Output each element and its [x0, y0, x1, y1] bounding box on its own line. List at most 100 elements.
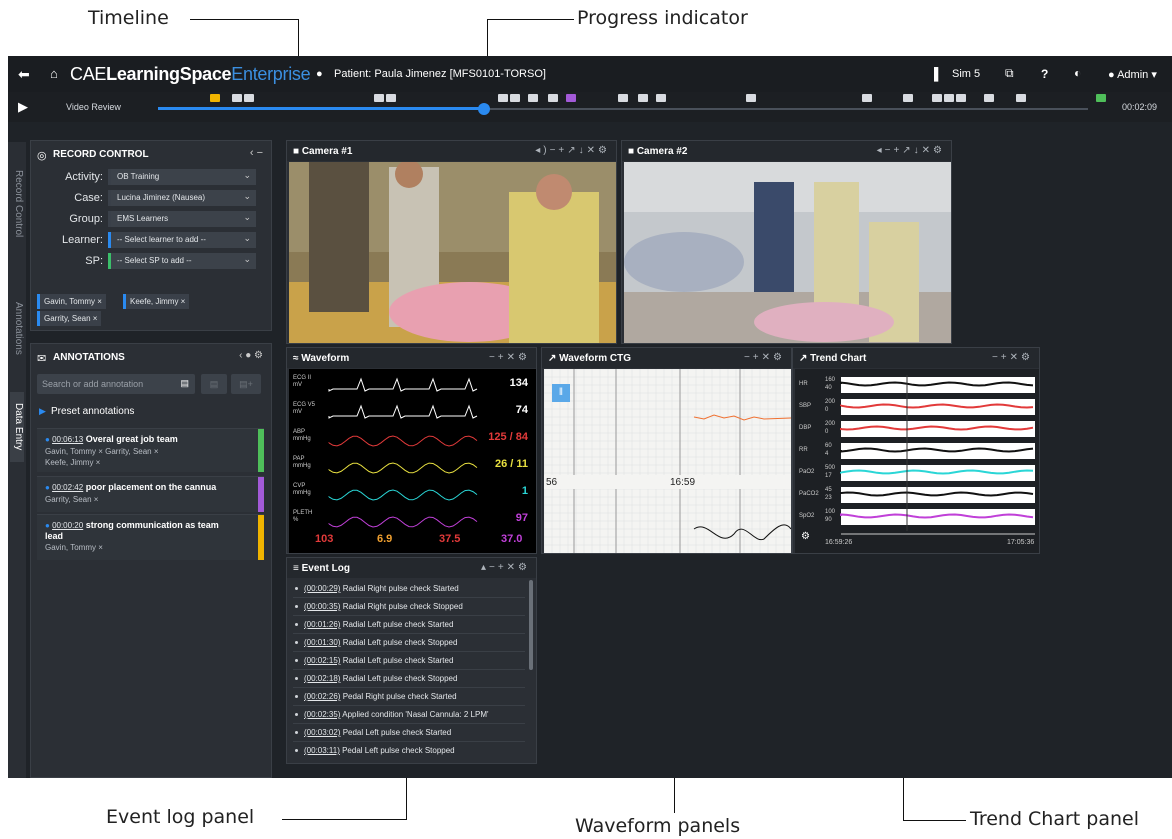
waveform-trace — [328, 435, 478, 447]
trend-end-time: 17:05:36 — [1007, 539, 1035, 546]
event-time[interactable]: (00:02:15) — [304, 656, 340, 665]
timeline-marker[interactable] — [956, 94, 966, 102]
panel-controls[interactable]: −+✕⚙ — [744, 352, 785, 363]
record-icon: ◎ — [37, 150, 47, 162]
camera-controls[interactable]: ◂−+↗↓✕⚙ — [877, 145, 945, 156]
annotation-item[interactable]: ● 00:06:13 Overal great job team Gavin, T… — [37, 428, 264, 472]
timeline-marker[interactable] — [1016, 94, 1026, 102]
preset-annotations[interactable]: Preset annotations — [51, 406, 134, 417]
event-log-item[interactable]: (00:03:02) Pedal Left pulse check Starte… — [295, 728, 451, 737]
home-icon[interactable]: ⌂ — [50, 66, 58, 81]
event-time[interactable]: (00:00:29) — [304, 584, 340, 593]
settings-icon[interactable]: ⚙ — [801, 531, 810, 542]
field-select[interactable]: Lucina Jiminez (Nausea) ⌄ — [108, 190, 256, 206]
timeline-marker[interactable] — [932, 94, 942, 102]
annotation-item[interactable]: ● 00:00:20 strong communication as team l… — [37, 514, 264, 560]
chevron-down-icon: ⌄ — [243, 254, 251, 264]
timeline-marker[interactable] — [618, 94, 628, 102]
event-time[interactable]: (00:01:30) — [304, 638, 340, 647]
event-log-item[interactable]: (00:02:15) Radial Left pulse check Start… — [295, 656, 453, 665]
mic-icon[interactable]: ‹ ● ⚙ — [239, 350, 263, 361]
timeline-marker[interactable] — [638, 94, 648, 102]
timeline-marker[interactable] — [210, 94, 220, 102]
waveform-panel: ≈ Waveform −+✕⚙ ECG II mV 134 ECG V5 mV 74 ABP… — [286, 347, 537, 554]
sim-label[interactable]: Sim 5 — [952, 68, 980, 80]
event-time[interactable]: (00:01:26) — [304, 620, 340, 629]
event-log-item[interactable]: (00:02:35) Applied condition 'Nasal Cann… — [295, 710, 489, 719]
timeline-marker[interactable] — [903, 94, 913, 102]
help-button[interactable]: ? — [1041, 67, 1048, 81]
timeline-marker[interactable] — [984, 94, 994, 102]
participant-tag[interactable]: Garrity, Sean × — [37, 311, 102, 326]
collapse-icon[interactable]: ‹ − — [250, 147, 263, 159]
add-annotation-button[interactable]: ▤ — [201, 374, 227, 394]
admin-menu[interactable]: ● Admin ▾ — [1108, 68, 1157, 81]
timeline-marker[interactable] — [510, 94, 520, 102]
camera-1-video[interactable] — [289, 162, 616, 343]
timeline-marker[interactable] — [548, 94, 558, 102]
annotation-text: poor placement on the cannua — [83, 482, 217, 492]
event-log-item[interactable]: (00:02:26) Pedal Right pulse check Start… — [295, 692, 457, 701]
event-time[interactable]: (00:02:18) — [304, 674, 340, 683]
timeline-marker[interactable] — [656, 94, 666, 102]
waveform-trace — [328, 377, 478, 392]
callout-line — [903, 820, 966, 821]
timeline-marker[interactable] — [566, 94, 576, 102]
search-annotation-input[interactable]: Search or add annotation ▤ — [37, 374, 195, 394]
event-log-item[interactable]: (00:00:29) Radial Right pulse check Star… — [295, 584, 459, 593]
camera-2-video[interactable] — [624, 162, 951, 343]
event-time[interactable]: (00:02:26) — [304, 692, 340, 701]
bullet — [295, 587, 298, 591]
participant-tag[interactable]: Gavin, Tommy × — [37, 294, 106, 309]
event-time[interactable]: (00:03:02) — [304, 728, 340, 737]
timeline-marker[interactable] — [386, 94, 396, 102]
field-select[interactable]: -- Select learner to add -- ⌄ — [108, 232, 256, 248]
add-annotation-plus-button[interactable]: ▤+ — [231, 374, 261, 394]
timeline-marker[interactable] — [232, 94, 242, 102]
camera-controls[interactable]: ◂)−+↗↓✕⚙ — [535, 145, 610, 156]
timeline-marker[interactable] — [498, 94, 508, 102]
participant-tag[interactable]: Keefe, Jimmy × — [123, 294, 190, 309]
event-time[interactable]: (00:03:11) — [304, 746, 340, 755]
panel-controls[interactable]: −+✕⚙ — [489, 352, 530, 363]
expand-icon[interactable]: ▶ — [39, 406, 46, 417]
timeline-marker[interactable] — [374, 94, 384, 102]
tab-data-entry[interactable]: Data Entry — [10, 392, 24, 462]
progress-handle[interactable] — [477, 103, 490, 115]
annotation-time[interactable]: 00:02:42 — [52, 483, 83, 492]
timeline-marker[interactable] — [746, 94, 756, 102]
back-arrow-icon[interactable]: ⬅ — [18, 66, 30, 83]
timeline-marker[interactable] — [862, 94, 872, 102]
field-select[interactable]: OB Training ⌄ — [108, 169, 256, 185]
event-log-item[interactable]: (00:00:35) Radial Right pulse check Stop… — [295, 602, 463, 611]
tab-annotations[interactable]: Annotations — [10, 278, 24, 378]
timeline-marker[interactable] — [244, 94, 254, 102]
bottom-value: 103 — [315, 533, 334, 545]
play-icon[interactable]: ▶ — [18, 99, 28, 115]
timeline-marker[interactable] — [1096, 94, 1106, 102]
event-log-item[interactable]: (00:03:11) Pedal Left pulse check Stoppe… — [295, 746, 455, 755]
pause-button[interactable]: ‖ — [552, 384, 570, 402]
timeline-marker[interactable] — [528, 94, 538, 102]
annotation-item[interactable]: ● 00:02:42 poor placement on the cannua G… — [37, 476, 264, 512]
annotation-time[interactable]: 00:06:13 — [52, 435, 83, 444]
annotation-time[interactable]: 00:00:20 — [52, 521, 83, 530]
event-log-item[interactable]: (00:01:26) Radial Left pulse check Start… — [295, 620, 453, 629]
timeline-marker[interactable] — [944, 94, 954, 102]
scrollbar[interactable] — [529, 580, 533, 670]
vertical-tab-strip: Record Control Annotations Data Entry — [8, 142, 26, 778]
event-log-item[interactable]: (00:01:30) Radial Left pulse check Stopp… — [295, 638, 457, 647]
event-time[interactable]: (00:00:35) — [304, 602, 340, 611]
tab-record-control[interactable]: Record Control — [10, 144, 24, 264]
bullet — [295, 713, 298, 717]
panel-controls[interactable]: ▴−+✕⚙ — [481, 562, 530, 573]
door-icon[interactable]: ▌ — [934, 67, 943, 81]
panel-controls[interactable]: −+✕⚙ — [992, 352, 1033, 363]
event-time[interactable]: (00:02:35) — [304, 710, 340, 719]
event-text: Pedal Right pulse check Started — [340, 692, 457, 701]
contrast-icon[interactable]: ◐ — [1074, 66, 1081, 80]
event-log-item[interactable]: (00:02:18) Radial Left pulse check Stopp… — [295, 674, 457, 683]
field-select[interactable]: EMS Learners ⌄ — [108, 211, 256, 227]
window-icon[interactable]: ⧉ — [1005, 66, 1014, 81]
field-select[interactable]: -- Select SP to add -- ⌄ — [108, 253, 256, 269]
